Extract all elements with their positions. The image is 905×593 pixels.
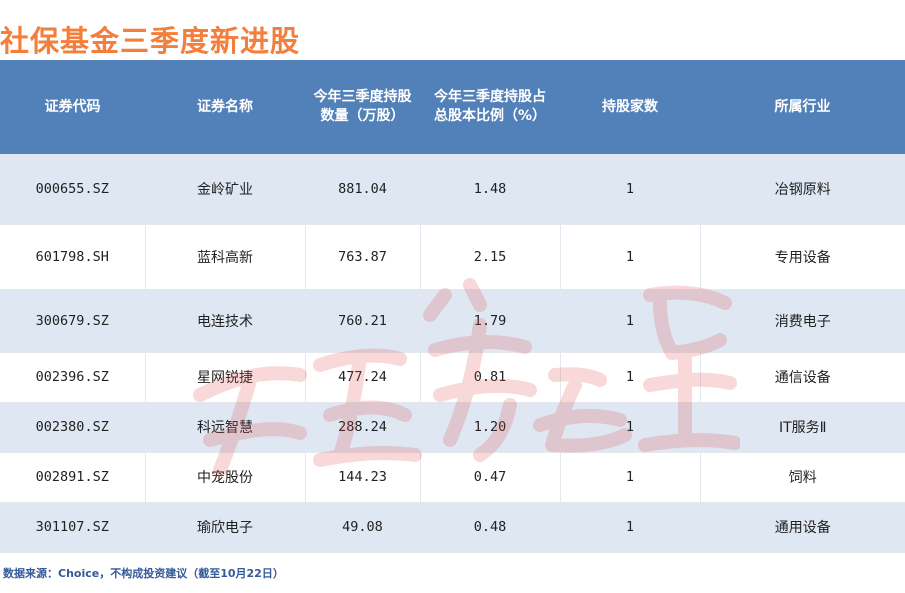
cell-quantity: 881.04 — [305, 154, 421, 225]
cell-name: 瑜欣电子 — [145, 502, 306, 553]
cell-industry: 消费电子 — [700, 289, 905, 353]
cell-code: 300679.SZ — [0, 289, 146, 353]
header-quantity[interactable]: 今年三季度持股 数量（万股） — [305, 60, 420, 154]
cell-ratio: 0.81 — [420, 352, 561, 403]
cell-name: 蓝科高新 — [145, 224, 306, 290]
table-row[interactable]: 002380.SZ 科远智慧 288.24 1.20 1 IT服务Ⅱ — [0, 402, 905, 453]
cell-industry: 通信设备 — [700, 352, 905, 403]
cell-code: 601798.SH — [0, 224, 146, 290]
cell-quantity: 144.23 — [305, 452, 421, 503]
cell-industry: 冶钢原料 — [700, 154, 905, 225]
cell-quantity: 760.21 — [305, 289, 421, 353]
page-title: 社保基金三季度新进股 — [0, 24, 301, 58]
cell-holders: 1 — [560, 154, 701, 225]
cell-ratio: 0.48 — [420, 502, 561, 553]
cell-code: 000655.SZ — [0, 154, 146, 225]
header-code[interactable]: 证券代码 — [0, 60, 145, 154]
cell-ratio: 1.20 — [420, 402, 561, 453]
cell-holders: 1 — [560, 402, 701, 453]
cell-name: 科远智慧 — [145, 402, 306, 453]
cell-quantity: 763.87 — [305, 224, 421, 290]
table-header-row: 证券代码 证券名称 今年三季度持股 数量（万股） 今年三季度持股占 总股本比例（… — [0, 60, 905, 154]
cell-name: 星网锐捷 — [145, 352, 306, 403]
data-source-note: 数据来源：Choice，不构成投资建议（截至10月22日） — [3, 567, 284, 580]
holdings-table: 证券代码 证券名称 今年三季度持股 数量（万股） 今年三季度持股占 总股本比例（… — [0, 60, 905, 553]
cell-holders: 1 — [560, 289, 701, 353]
cell-quantity: 49.08 — [305, 502, 421, 553]
cell-ratio: 1.48 — [420, 154, 561, 225]
cell-name: 电连技术 — [145, 289, 306, 353]
header-name[interactable]: 证券名称 — [145, 60, 305, 154]
table-row[interactable]: 300679.SZ 电连技术 760.21 1.79 1 消费电子 — [0, 289, 905, 353]
cell-ratio: 2.15 — [420, 224, 561, 290]
cell-code: 002396.SZ — [0, 352, 146, 403]
cell-ratio: 0.47 — [420, 452, 561, 503]
cell-code: 002891.SZ — [0, 452, 146, 503]
cell-industry: 专用设备 — [700, 224, 905, 290]
cell-code: 301107.SZ — [0, 502, 146, 553]
cell-industry: 通用设备 — [700, 502, 905, 553]
cell-name: 中宠股份 — [145, 452, 306, 503]
cell-quantity: 288.24 — [305, 402, 421, 453]
table-row[interactable]: 301107.SZ 瑜欣电子 49.08 0.48 1 通用设备 — [0, 502, 905, 553]
header-industry[interactable]: 所属行业 — [700, 60, 905, 154]
cell-industry: IT服务Ⅱ — [700, 402, 905, 453]
cell-holders: 1 — [560, 452, 701, 503]
table-row[interactable]: 002396.SZ 星网锐捷 477.24 0.81 1 通信设备 — [0, 352, 905, 403]
cell-holders: 1 — [560, 352, 701, 403]
header-ratio[interactable]: 今年三季度持股占 总股本比例（%） — [420, 60, 560, 154]
cell-quantity: 477.24 — [305, 352, 421, 403]
cell-code: 002380.SZ — [0, 402, 146, 453]
table-row[interactable]: 000655.SZ 金岭矿业 881.04 1.48 1 冶钢原料 — [0, 154, 905, 225]
table-row[interactable]: 601798.SH 蓝科高新 763.87 2.15 1 专用设备 — [0, 224, 905, 290]
cell-holders: 1 — [560, 502, 701, 553]
header-holders[interactable]: 持股家数 — [560, 60, 700, 154]
cell-ratio: 1.79 — [420, 289, 561, 353]
cell-name: 金岭矿业 — [145, 154, 306, 225]
table-row[interactable]: 002891.SZ 中宠股份 144.23 0.47 1 饲料 — [0, 452, 905, 503]
cell-industry: 饲料 — [700, 452, 905, 503]
cell-holders: 1 — [560, 224, 701, 290]
